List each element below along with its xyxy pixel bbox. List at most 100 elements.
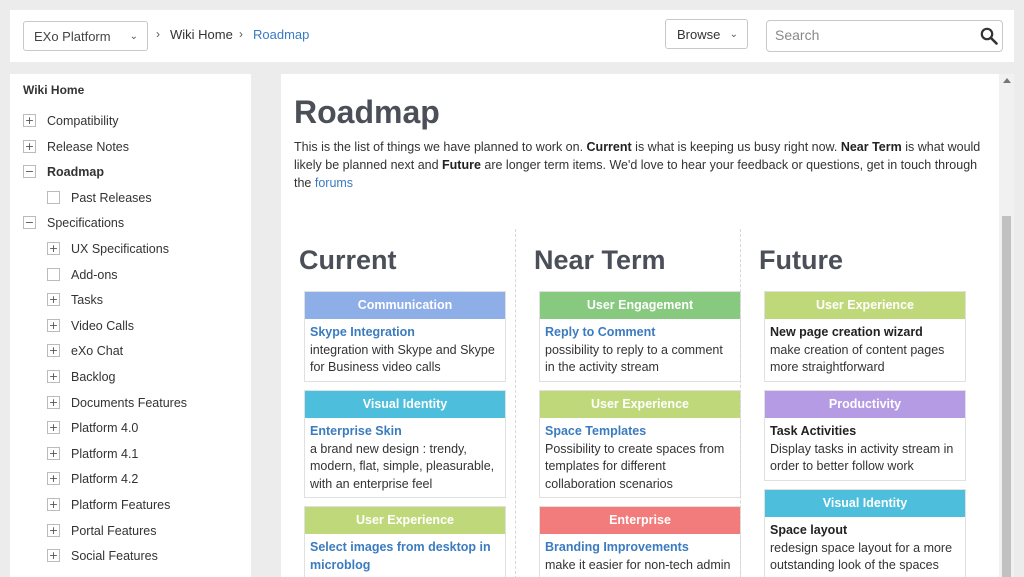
- intro-bold: Near Term: [840, 140, 902, 154]
- sidebar-item-label[interactable]: Roadmap: [47, 165, 104, 179]
- breadcrumb-separator-icon: ›: [239, 27, 243, 41]
- card-description: Display tasks in activity stream in orde…: [770, 441, 954, 474]
- card-description: a brand new design : trendy, modern, fla…: [310, 441, 495, 491]
- breadcrumb-current-page[interactable]: Roadmap: [253, 27, 309, 42]
- leaf-node-icon: [47, 191, 60, 204]
- expand-icon[interactable]: +: [47, 319, 60, 332]
- card-title-link[interactable]: Branding Improvements: [545, 539, 735, 557]
- collapse-icon[interactable]: −: [23, 216, 36, 229]
- sidebar-item-label[interactable]: eXo Chat: [71, 344, 123, 358]
- card-body: New page creation wizard make creation of…: [765, 319, 965, 381]
- sidebar-item-label[interactable]: Platform 4.2: [71, 472, 138, 486]
- expand-icon[interactable]: +: [23, 114, 36, 127]
- sidebar-item-label[interactable]: Specifications: [47, 216, 124, 230]
- breadcrumb-wiki-home[interactable]: Wiki Home: [170, 27, 233, 42]
- space-selector-label: EXo Platform: [34, 29, 111, 44]
- expand-icon[interactable]: +: [47, 447, 60, 460]
- card-title: New page creation wizard: [770, 325, 923, 339]
- card-title: Task Activities: [770, 424, 857, 438]
- roadmap-card: Enterprise Branding Improvements make it e…: [539, 506, 741, 577]
- expand-icon[interactable]: +: [47, 524, 60, 537]
- intro-text: This is the list of things we have plann…: [294, 140, 587, 154]
- roadmap-column: Near Term User Engagement Reply to Comment…: [515, 229, 741, 577]
- card-title-link[interactable]: Space Templates: [545, 423, 735, 441]
- search-input[interactable]: [775, 27, 975, 43]
- top-bar: EXo Platform ⌄ › Wiki Home › Roadmap Bro…: [10, 10, 1014, 62]
- sidebar-item-label[interactable]: Portal Features: [71, 524, 156, 538]
- column-heading: Future: [759, 245, 843, 275]
- card-category-header: Visual Identity: [305, 391, 505, 418]
- expand-icon[interactable]: +: [47, 549, 60, 562]
- sidebar-item-label[interactable]: Add-ons: [71, 268, 118, 282]
- roadmap-card: User Experience Space Templates Possibilit…: [539, 390, 741, 498]
- expand-icon[interactable]: +: [47, 396, 60, 409]
- roadmap-column: Future User Experience New page creation w…: [740, 229, 966, 577]
- space-selector[interactable]: EXo Platform ⌄: [23, 21, 148, 51]
- card-body: Task Activities Display tasks in activity…: [765, 418, 965, 480]
- card-description: possibility to reply to a comment in the…: [545, 342, 723, 375]
- intro-paragraph: This is the list of things we have plann…: [294, 138, 984, 192]
- card-body: Reply to Comment possibility to reply to …: [540, 319, 740, 381]
- expand-icon[interactable]: +: [47, 472, 60, 485]
- expand-icon[interactable]: +: [47, 498, 60, 511]
- forums-link[interactable]: forums: [315, 176, 353, 190]
- expand-icon[interactable]: +: [47, 242, 60, 255]
- card-category-header: Enterprise: [540, 507, 740, 534]
- wiki-tree-sidebar: Wiki Home + Compatibility + Release Notes − R…: [10, 74, 251, 577]
- scrollbar-thumb[interactable]: [1002, 216, 1011, 577]
- card-category-header: Productivity: [765, 391, 965, 418]
- roadmap-card: Communication Skype Integration integrati…: [304, 291, 506, 382]
- expand-icon[interactable]: +: [47, 293, 60, 306]
- column-heading: Near Term: [534, 245, 666, 275]
- sidebar-item-label[interactable]: Compatibility: [47, 114, 119, 128]
- sidebar-item-label[interactable]: Tasks: [71, 293, 103, 307]
- card-category-header: User Engagement: [540, 292, 740, 319]
- card-title-link[interactable]: Enterprise Skin: [310, 423, 500, 441]
- search-icon[interactable]: [980, 27, 998, 45]
- expand-icon[interactable]: +: [23, 140, 36, 153]
- column-heading: Current: [299, 245, 397, 275]
- roadmap-card: Visual Identity Enterprise Skin a brand n…: [304, 390, 506, 498]
- card-body: Select images from desktop in microblog: [305, 534, 505, 577]
- card-category-header: User Experience: [305, 507, 505, 534]
- sidebar-item-label[interactable]: Social Features: [71, 549, 158, 563]
- card-title-link[interactable]: Reply to Comment: [545, 324, 735, 342]
- chevron-down-icon: ⌄: [129, 31, 138, 42]
- sidebar-item-label[interactable]: Platform Features: [71, 498, 170, 512]
- leaf-node-icon: [47, 268, 60, 281]
- roadmap-card: Visual Identity Space layout redesign spac…: [764, 489, 966, 577]
- sidebar-item-label[interactable]: UX Specifications: [71, 242, 169, 256]
- card-title: Space layout: [770, 523, 848, 537]
- scrollbar[interactable]: [999, 74, 1014, 577]
- collapse-icon[interactable]: −: [23, 165, 36, 178]
- expand-icon[interactable]: +: [47, 370, 60, 383]
- card-description: redesign space layout for a more outstan…: [770, 540, 953, 573]
- roadmap-column: Current Communication Skype Integration in…: [281, 229, 506, 577]
- sidebar-item-label[interactable]: Backlog: [71, 370, 115, 384]
- card-body: Space layout redesign space layout for a …: [765, 517, 965, 577]
- roadmap-card: User Experience Select images from deskto…: [304, 506, 506, 577]
- scroll-up-arrow-icon[interactable]: [1003, 78, 1011, 83]
- expand-icon[interactable]: +: [47, 421, 60, 434]
- sidebar-item-label[interactable]: Release Notes: [47, 140, 129, 154]
- card-body: Space Templates Possibility to create spa…: [540, 418, 740, 497]
- breadcrumb-separator-icon: ›: [156, 27, 160, 41]
- main-content: Roadmap This is the list of things we ha…: [281, 74, 999, 577]
- card-description: Possibility to create spaces from templa…: [545, 441, 725, 491]
- card-category-header: User Experience: [540, 391, 740, 418]
- card-category-header: Visual Identity: [765, 490, 965, 517]
- sidebar-item-label[interactable]: Platform 4.0: [71, 421, 138, 435]
- sidebar-item-label[interactable]: Video Calls: [71, 319, 134, 333]
- expand-icon[interactable]: +: [47, 344, 60, 357]
- card-description: make creation of content pages more stra…: [770, 342, 945, 375]
- sidebar-item-label[interactable]: Documents Features: [71, 396, 187, 410]
- page-title: Roadmap: [294, 94, 440, 130]
- browse-button-label: Browse: [677, 27, 721, 42]
- card-title-link[interactable]: Skype Integration: [310, 324, 500, 342]
- browse-button[interactable]: Browse ⌄: [665, 19, 748, 49]
- card-body: Branding Improvements make it easier for …: [540, 534, 740, 577]
- sidebar-item-label[interactable]: Platform 4.1: [71, 447, 138, 461]
- sidebar-item-label[interactable]: Past Releases: [71, 191, 152, 205]
- card-title-link[interactable]: Select images from desktop in microblog: [310, 539, 500, 574]
- sidebar-title[interactable]: Wiki Home: [23, 83, 84, 97]
